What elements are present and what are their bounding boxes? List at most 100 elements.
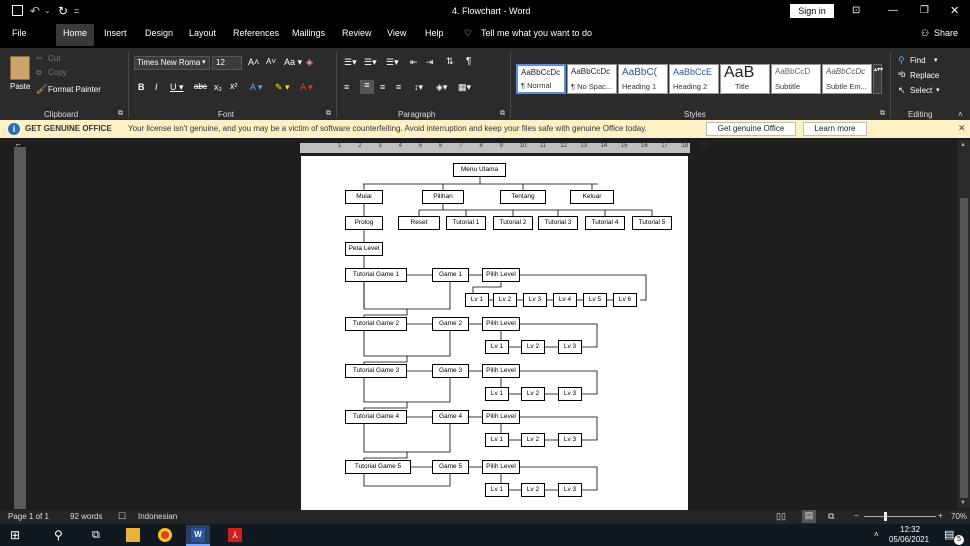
tab-home[interactable]: Home (56, 24, 95, 46)
grow-font-icon[interactable]: A˄ (248, 57, 259, 67)
paragraph-launcher-icon[interactable]: ⧉ (500, 110, 505, 118)
paste-icon[interactable] (10, 56, 30, 80)
font-launcher-icon[interactable]: ⧉ (326, 110, 331, 118)
task-view-icon[interactable]: ⧉ (92, 528, 106, 542)
pdf-reader-icon[interactable]: ⅄ (228, 528, 242, 542)
undo-dropdown-icon[interactable]: ⌄ (44, 0, 51, 22)
text-effects-icon[interactable]: A ▾ (250, 82, 263, 93)
font-size-box[interactable]: 12 (212, 56, 242, 70)
undo-icon[interactable]: ↶ (30, 0, 40, 22)
clear-formatting-icon[interactable]: ◈ (306, 57, 313, 68)
find-icon[interactable]: ⚲ (898, 55, 905, 66)
styles-launcher-icon[interactable]: ⧉ (880, 110, 885, 118)
cut-button[interactable]: Cut (48, 54, 60, 63)
center-icon[interactable]: ≡ (360, 80, 374, 94)
notifications-icon[interactable]: ▤ (944, 528, 954, 541)
chevron-down-icon[interactable]: ▾ (934, 56, 938, 64)
style-heading-2[interactable]: AaBbCcE Heading 2 (669, 64, 719, 94)
highlight-icon[interactable]: ✎ ▾ (275, 82, 290, 93)
shading-icon[interactable]: ◈▾ (436, 82, 447, 93)
show-formatting-icon[interactable]: ¶ (466, 56, 471, 67)
clock-date[interactable]: 05/06/2021 (889, 535, 929, 544)
minimize-icon[interactable]: — (888, 0, 898, 22)
style-title[interactable]: AaB Title (720, 64, 770, 94)
change-case-icon[interactable]: Aa ▾ (284, 57, 302, 68)
font-name-box[interactable]: Times New Roma (134, 56, 210, 70)
document-page[interactable] (301, 156, 688, 510)
chevron-down-icon[interactable]: ▾ (202, 58, 206, 66)
align-left-icon[interactable]: ≡ (344, 82, 349, 92)
language-status[interactable]: Indonesian (138, 512, 177, 521)
justify-icon[interactable]: ≡ (396, 82, 401, 92)
superscript-icon[interactable]: x² (230, 81, 238, 91)
scroll-down-icon[interactable]: ▼ (960, 500, 966, 506)
close-message-icon[interactable]: ✕ (958, 123, 966, 134)
zoom-slider[interactable] (864, 516, 936, 517)
bullets-icon[interactable]: ☰▾ (344, 57, 357, 68)
style-heading-1[interactable]: AaBbC( Heading 1 (618, 64, 668, 94)
zoom-out-icon[interactable]: − (854, 511, 859, 520)
underline-icon[interactable]: U ▾ (170, 82, 184, 93)
format-painter-button[interactable]: Format Painter (48, 85, 101, 94)
tab-review[interactable]: Review (342, 28, 372, 38)
find-button[interactable]: Find (910, 56, 926, 65)
replace-button[interactable]: Replace (910, 71, 939, 80)
word-count[interactable]: 92 words (70, 512, 102, 521)
proofing-icon[interactable]: ☐ (118, 511, 126, 522)
shrink-font-icon[interactable]: A˅ (266, 57, 276, 66)
tab-design[interactable]: Design (145, 28, 173, 38)
style-normal[interactable]: AaBbCcDc ¶ Normal (516, 64, 566, 94)
cut-icon[interactable]: ✂ (36, 54, 43, 63)
clock-time[interactable]: 12:32 (900, 525, 920, 534)
tell-me-search[interactable]: Tell me what you want to do (481, 28, 592, 38)
increase-indent-icon[interactable]: ⇥ (426, 57, 434, 68)
close-icon[interactable]: ✕ (950, 0, 959, 22)
select-icon[interactable]: ↖ (898, 85, 906, 96)
collapse-ribbon-icon[interactable]: ˄ (958, 110, 963, 119)
scrollbar-thumb[interactable] (960, 198, 968, 498)
copy-icon[interactable]: ⧉ (36, 68, 42, 78)
replace-icon[interactable]: ᵃb (898, 70, 905, 79)
zoom-slider-thumb[interactable] (884, 512, 887, 521)
learn-more-button[interactable]: Learn more (803, 122, 867, 136)
read-mode-icon[interactable]: ▯▯ (776, 511, 786, 522)
line-spacing-icon[interactable]: ↕▾ (414, 82, 423, 93)
multilevel-list-icon[interactable]: ☰▾ (386, 57, 399, 68)
web-layout-icon[interactable]: ⧉ (828, 511, 834, 522)
style-subtle-emphasis[interactable]: AaBbCcDc Subtle Em... (822, 64, 872, 94)
search-icon[interactable]: ⚲ (54, 528, 68, 542)
tab-view[interactable]: View (387, 28, 406, 38)
sort-icon[interactable]: ⇅ (446, 56, 454, 67)
strikethrough-icon[interactable]: abc (194, 82, 207, 91)
borders-icon[interactable]: ▦▾ (458, 82, 471, 93)
subscript-icon[interactable]: x₂ (214, 82, 222, 92)
bold-icon[interactable]: B (138, 82, 145, 92)
paste-button[interactable]: Paste (10, 82, 30, 91)
format-painter-icon[interactable]: 🖌 (36, 84, 47, 95)
numbering-icon[interactable]: ☰▾ (364, 57, 377, 68)
sign-in-button[interactable]: Sign in (790, 4, 834, 18)
clipboard-launcher-icon[interactable]: ⧉ (118, 110, 123, 118)
customize-qat-icon[interactable]: = (74, 0, 79, 22)
tab-references[interactable]: References (233, 28, 279, 38)
zoom-in-icon[interactable]: + (938, 511, 943, 520)
show-hidden-icons-icon[interactable]: ˄ (874, 530, 879, 539)
chevron-down-icon[interactable]: ▾ (936, 86, 940, 94)
style-subtitle[interactable]: AaBbCcD Subtitle (771, 64, 821, 94)
print-layout-icon[interactable]: ▤ (802, 510, 816, 523)
tab-file[interactable]: File (12, 28, 27, 38)
restore-icon[interactable]: ❐ (920, 0, 929, 22)
tab-layout[interactable]: Layout (189, 28, 216, 38)
chrome-icon[interactable] (158, 528, 172, 542)
decrease-indent-icon[interactable]: ⇤ (410, 57, 418, 68)
share-button[interactable]: Share (934, 28, 958, 38)
page-count[interactable]: Page 1 of 1 (8, 512, 49, 521)
align-right-icon[interactable]: ≡ (380, 82, 385, 92)
italic-icon[interactable]: I (155, 82, 158, 92)
tab-help[interactable]: Help (425, 28, 444, 38)
redo-icon[interactable]: ↻ (58, 0, 68, 22)
styles-scroll-icon[interactable]: ▴▾▾ (873, 64, 883, 94)
select-button[interactable]: Select (910, 86, 932, 95)
copy-button[interactable]: Copy (48, 68, 67, 77)
font-color-icon[interactable]: A ▾ (300, 82, 313, 93)
